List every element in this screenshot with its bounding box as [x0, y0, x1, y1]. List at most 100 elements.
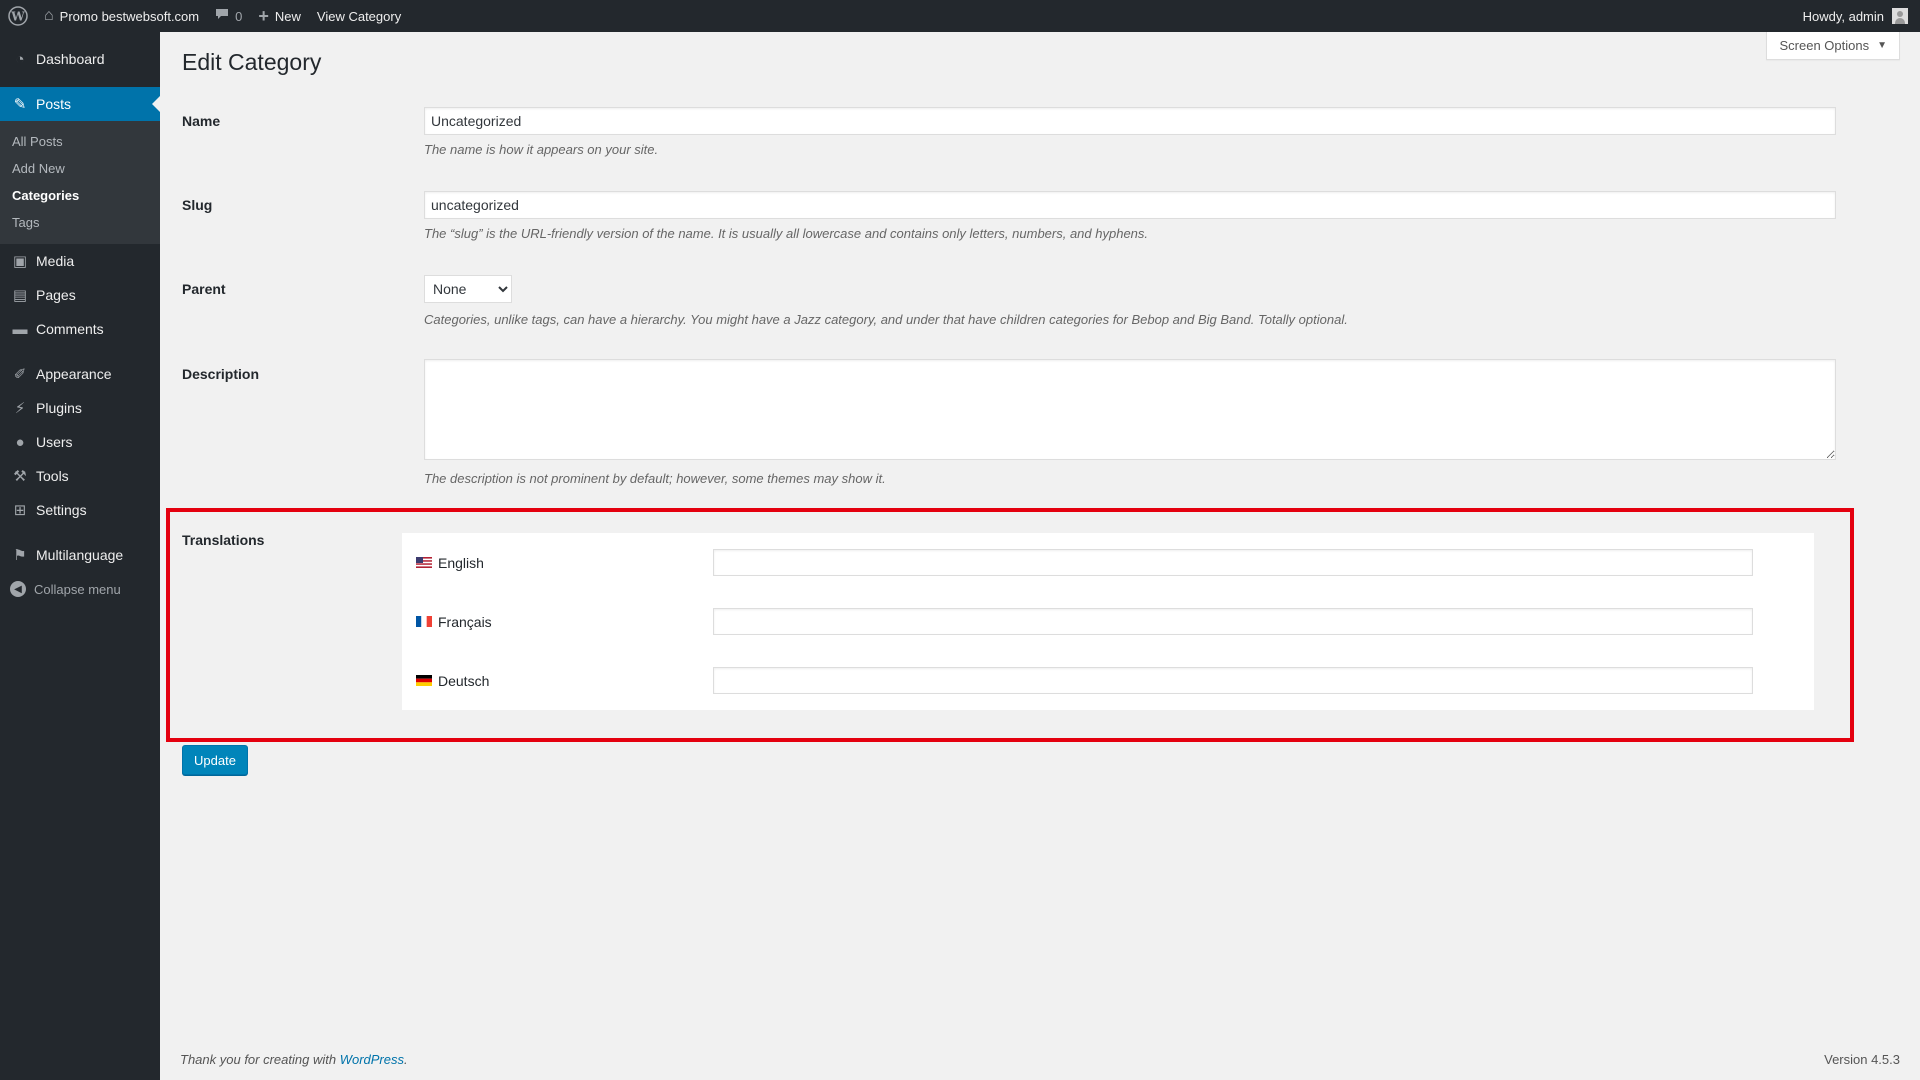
parent-label: Parent [182, 281, 226, 297]
menu-appearance[interactable]: ✐ Appearance [0, 357, 160, 391]
main-content: Screen Options ▼ Edit Category Name The … [160, 32, 1920, 1080]
view-category-link[interactable]: View Category [309, 0, 409, 32]
paintbrush-icon: ✐ [13, 366, 27, 383]
dashboard-icon: ◔ [15, 50, 25, 68]
users-icon: ● [15, 433, 25, 451]
submenu-categories[interactable]: Categories [0, 182, 160, 209]
menu-settings[interactable]: ⊞ Settings [0, 493, 160, 527]
menu-dashboard[interactable]: ◔ Dashboard [0, 42, 160, 76]
pushpin-icon: ✎ [13, 96, 27, 113]
collapse-label: Collapse menu [34, 581, 121, 597]
english-translation-input[interactable] [713, 549, 1753, 576]
translation-row-french: Français [402, 608, 1814, 638]
footer-thanks-suffix: . [404, 1052, 408, 1067]
avatar [1892, 8, 1908, 24]
submenu-all-posts[interactable]: All Posts [0, 128, 160, 155]
screen-options-button[interactable]: Screen Options ▼ [1766, 32, 1900, 60]
posts-submenu: All Posts Add New Categories Tags [0, 121, 160, 244]
menu-tools[interactable]: ⚒ Tools [0, 459, 160, 493]
plugins-icon: ⚡ [14, 400, 26, 417]
translation-row-german: Deutsch [402, 667, 1814, 697]
page-title: Edit Category [182, 49, 322, 75]
menu-label: Users [36, 434, 73, 450]
name-label: Name [182, 113, 221, 129]
translation-row-english: English [402, 549, 1814, 579]
menu-posts[interactable]: ✎ Posts [0, 87, 160, 121]
comment-bubble-icon [215, 7, 229, 25]
parent-description: Categories, unlike tags, can have a hier… [424, 312, 1348, 327]
menu-multilanguage[interactable]: ⚑ Multilanguage [0, 538, 160, 572]
french-translation-input[interactable] [713, 608, 1753, 635]
menu-label: Posts [36, 96, 72, 112]
submenu-tags[interactable]: Tags [0, 209, 160, 236]
wordpress-logo-icon: W [8, 6, 28, 26]
name-description: The name is how it appears on your site. [424, 142, 659, 157]
media-icon: ▣ [12, 253, 28, 270]
language-label: Français [438, 614, 492, 630]
comments-count: 0 [235, 8, 243, 24]
update-button[interactable]: Update [182, 745, 248, 775]
german-translation-input[interactable] [713, 667, 1753, 694]
menu-label: Comments [36, 321, 104, 337]
slug-description: The “slug” is the URL-friendly version o… [424, 226, 1149, 241]
settings-icon: ⊞ [13, 502, 27, 519]
name-input[interactable] [424, 107, 1836, 135]
new-content-link[interactable]: + New [250, 0, 309, 32]
home-icon: ⌂ [44, 7, 54, 24]
view-category-label: View Category [316, 8, 402, 24]
menu-pages[interactable]: ▤ Pages [0, 278, 160, 312]
footer-thanks: Thank you for creating with WordPress. [180, 1052, 408, 1067]
language-label: English [438, 555, 484, 571]
menu-label: Settings [36, 502, 87, 518]
wordpress-logo-button[interactable]: W [0, 0, 36, 32]
menu-label: Media [36, 253, 75, 269]
description-row: Description The description is not promi… [182, 359, 1842, 519]
menu-comments[interactable]: ▬ Comments [0, 312, 160, 346]
menu-label: Pages [36, 287, 76, 303]
us-flag-icon [416, 557, 432, 568]
footer-version: Version 4.5.3 [1824, 1052, 1900, 1067]
description-textarea[interactable] [424, 359, 1836, 460]
language-label: Deutsch [438, 673, 490, 689]
menu-label: Appearance [36, 366, 112, 382]
menu-media[interactable]: ▣ Media [0, 244, 160, 278]
admin-menu: ◔ Dashboard ✎ Posts All Posts Add New Ca… [0, 32, 160, 1080]
slug-row: Slug The “slug” is the URL-friendly vers… [182, 191, 1842, 251]
submenu-add-new[interactable]: Add New [0, 155, 160, 182]
translations-label: Translations [182, 532, 265, 548]
admin-bar: W ⌂ Promo bestwebsoft.com 0 + New View C… [0, 0, 1920, 32]
comments-icon: ▬ [12, 320, 28, 338]
menu-label: Dashboard [36, 51, 105, 67]
multilanguage-icon: ⚑ [13, 547, 27, 564]
menu-label: Multilanguage [36, 547, 124, 563]
plus-icon: + [258, 6, 269, 26]
comments-link[interactable]: 0 [207, 0, 250, 32]
parent-row: Parent None Categories, unlike tags, can… [182, 275, 1842, 335]
my-account[interactable]: Howdy, admin [1803, 0, 1920, 32]
parent-select[interactable]: None [424, 275, 512, 303]
wordpress-link[interactable]: WordPress [340, 1052, 404, 1067]
screen-options-label: Screen Options [1779, 38, 1870, 53]
translations-panel: English Français Deutsch [402, 533, 1814, 710]
name-row: Name The name is how it appears on your … [182, 107, 1842, 167]
howdy-text: Howdy, admin [1802, 8, 1884, 24]
wrench-icon: ⚒ [13, 468, 27, 485]
slug-input[interactable] [424, 191, 1836, 219]
description-help: The description is not prominent by defa… [424, 471, 886, 486]
collapse-arrow-icon: ◀ [10, 581, 26, 597]
menu-users[interactable]: ● Users [0, 425, 160, 459]
pages-icon: ▤ [12, 287, 28, 304]
new-label: New [274, 8, 301, 24]
svg-text:W: W [10, 10, 25, 24]
footer-thanks-text: Thank you for creating with [180, 1052, 340, 1067]
site-name-link[interactable]: ⌂ Promo bestwebsoft.com [36, 0, 207, 32]
menu-label: Plugins [36, 400, 82, 416]
slug-label: Slug [182, 197, 213, 213]
collapse-menu-button[interactable]: ◀ Collapse menu [0, 572, 160, 606]
menu-plugins[interactable]: ⚡ Plugins [0, 391, 160, 425]
germany-flag-icon [416, 675, 432, 686]
france-flag-icon [416, 616, 432, 627]
site-name-text: Promo bestwebsoft.com [59, 8, 200, 24]
description-label: Description [182, 366, 260, 382]
menu-label: Tools [36, 468, 69, 484]
